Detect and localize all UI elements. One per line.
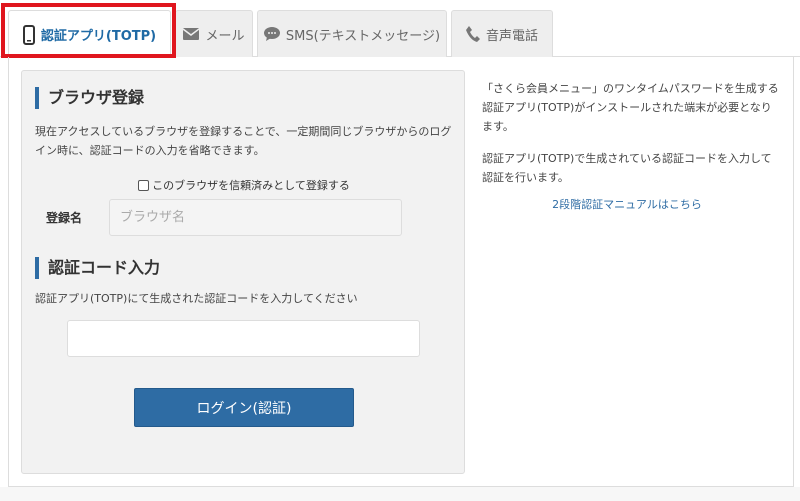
- tab-totp[interactable]: 認証アプリ(TOTP): [8, 10, 171, 58]
- manual-link[interactable]: 2段階認証マニュアルはこちら: [482, 196, 772, 212]
- login-button[interactable]: ログイン(認証): [134, 388, 354, 427]
- info-paragraph-2: 認証アプリ(TOTP)で生成されている認証コードを入力して認証を行います。: [482, 152, 772, 184]
- page-bottom: [0, 487, 800, 501]
- browser-registration-description: 現在アクセスしているブラウザを登録することで、一定期間同じブラウザからのログイン…: [35, 125, 452, 157]
- chat-bubble-icon: [263, 27, 280, 41]
- tab-mail-label: メール: [205, 28, 245, 44]
- tab-totp-label: 認証アプリ(TOTP): [40, 29, 157, 44]
- trust-browser-label: このブラウザを信頼済みとして登録する: [152, 179, 350, 192]
- browser-name-label: 登録名: [46, 211, 83, 225]
- tab-mail[interactable]: メール: [175, 10, 253, 57]
- phone-icon: [465, 26, 480, 42]
- trust-browser-checkbox-row[interactable]: このブラウザを信頼済みとして登録する: [22, 177, 466, 193]
- auth-panel: ブラウザ登録 現在アクセスしているブラウザを登録することで、一定期間同じブラウザ…: [21, 70, 465, 474]
- code-input-title: 認証コード入力: [35, 257, 160, 279]
- code-input-description: 認証アプリ(TOTP)にて生成された認証コードを入力してください: [35, 292, 358, 305]
- tab-phone-label: 音声電話: [485, 28, 538, 44]
- trust-browser-checkbox[interactable]: [138, 179, 150, 191]
- tab-sms[interactable]: SMS(テキストメッセージ): [257, 10, 447, 57]
- auth-method-tabs: メール SMS(テキストメッセージ) 音声電話 認証アプリ(TOTP): [0, 0, 800, 62]
- tab-phone[interactable]: 音声電話: [451, 10, 553, 57]
- browser-registration-title: ブラウザ登録: [35, 87, 144, 109]
- envelope-icon: [183, 28, 200, 40]
- browser-name-input[interactable]: [109, 199, 402, 236]
- smartphone-icon: [22, 24, 35, 45]
- info-paragraph-1: 「さくら会員メニュー」のワンタイムパスワードを生成する認証アプリ(TOTP)がイ…: [482, 82, 779, 133]
- tab-sms-label: SMS(テキストメッセージ): [285, 28, 441, 44]
- auth-code-input[interactable]: [67, 320, 420, 357]
